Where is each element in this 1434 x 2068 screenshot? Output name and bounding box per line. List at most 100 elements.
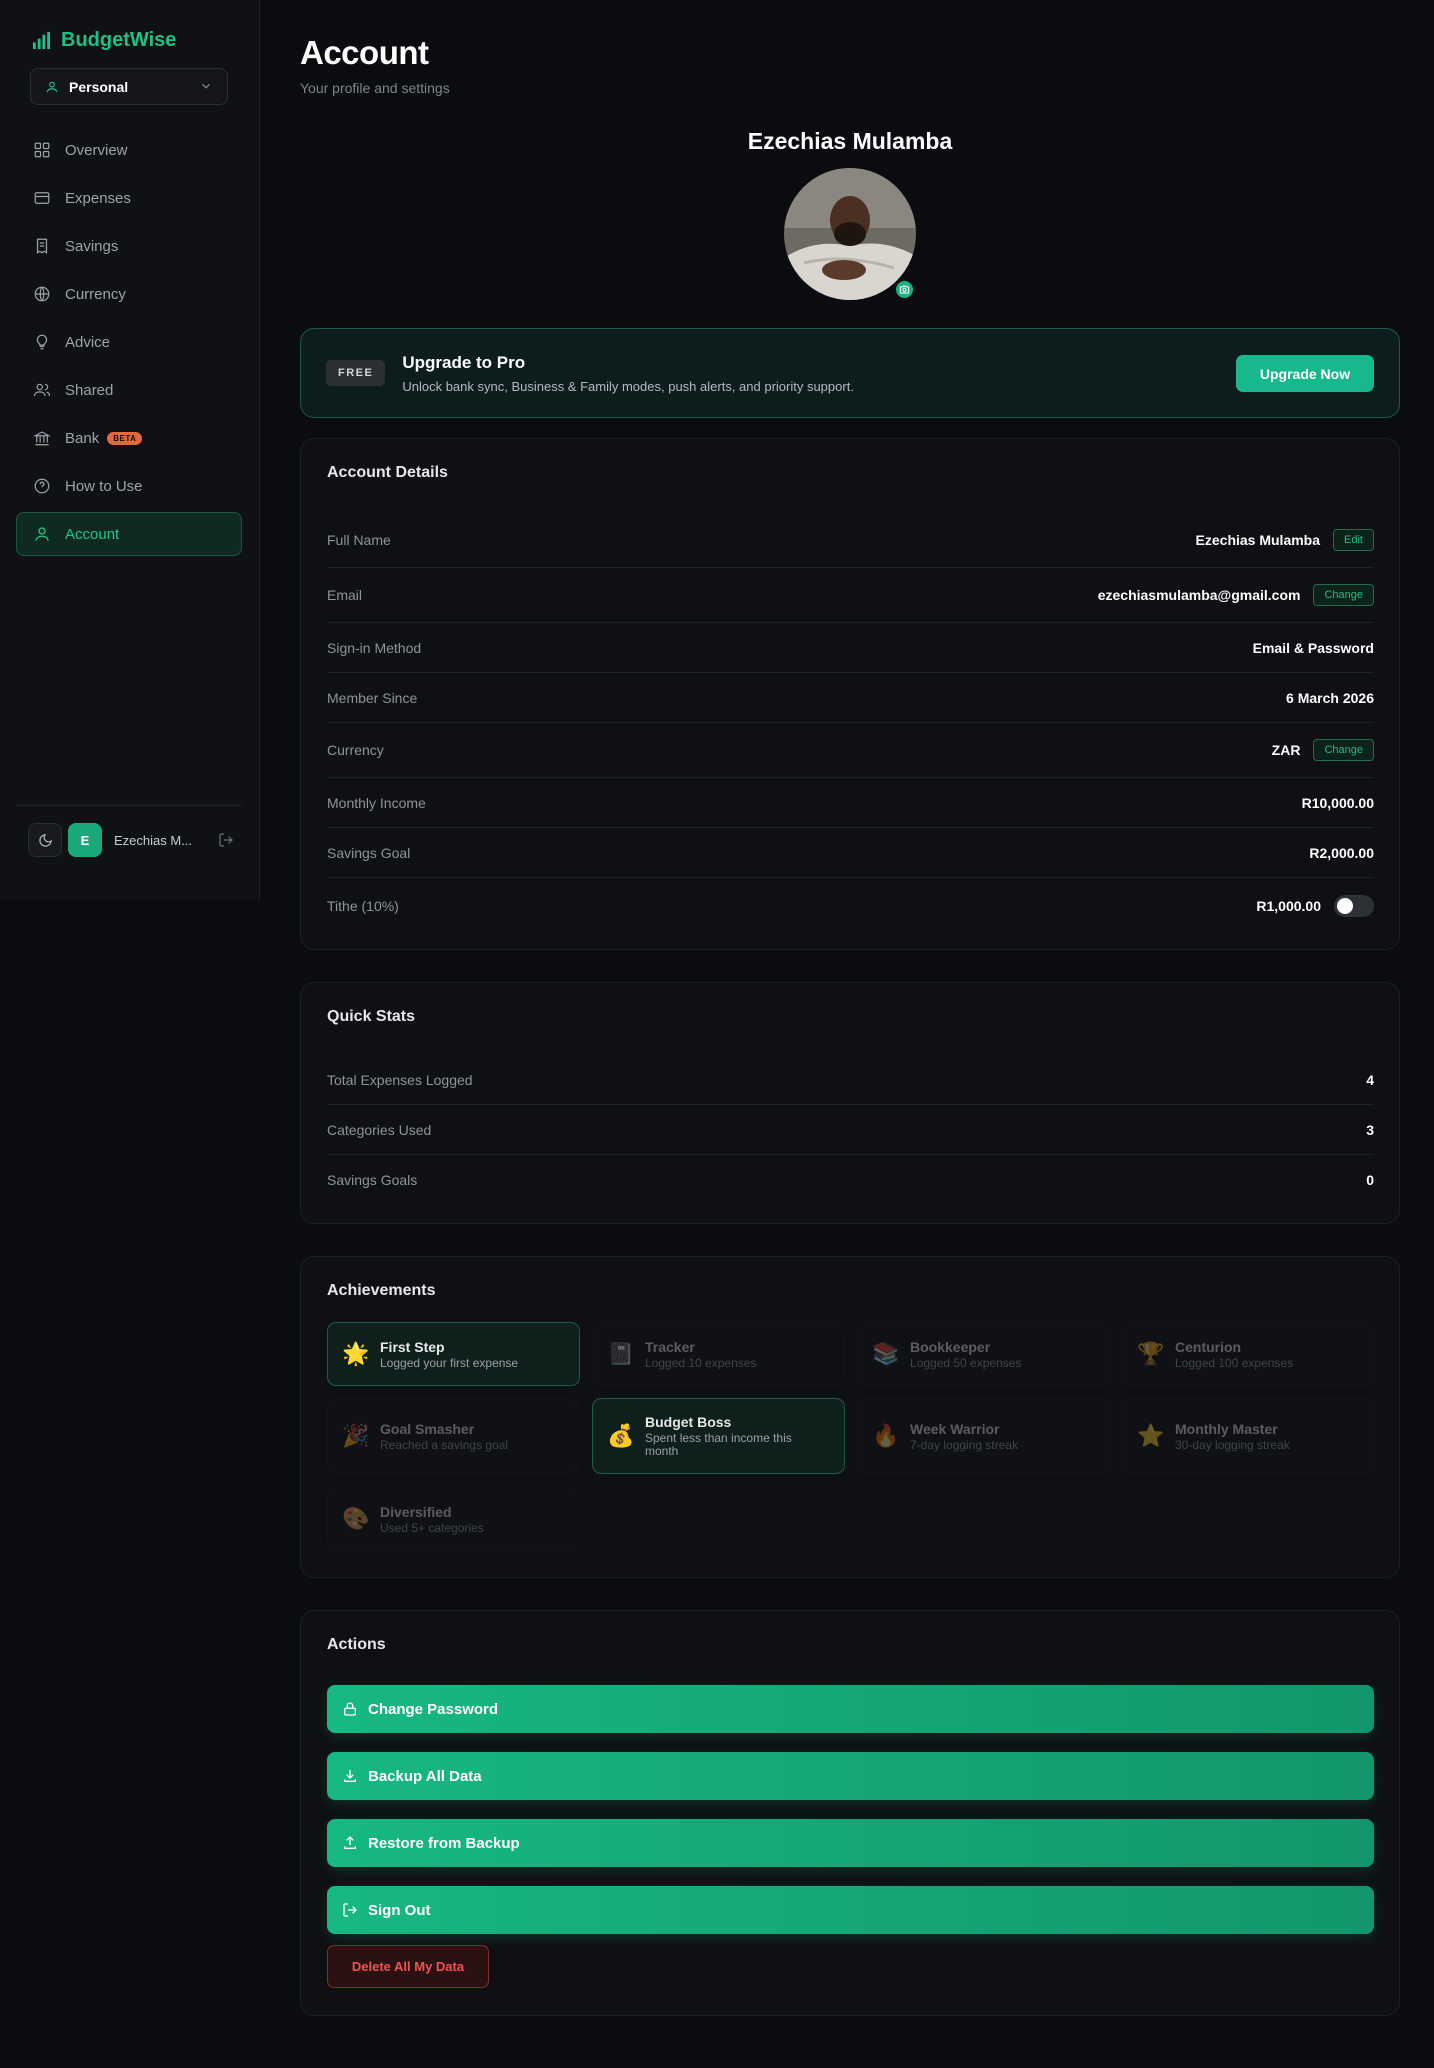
delete-all-data-button[interactable]: Delete All My Data — [327, 1945, 489, 1988]
sidebar-item-label: Bank — [65, 429, 100, 447]
stat-row: Categories Used 3 — [327, 1105, 1374, 1155]
sidebar-item-expenses[interactable]: Expenses — [16, 176, 242, 220]
stat-label: Total Expenses Logged — [327, 1071, 473, 1088]
sign-out-icon — [343, 1903, 357, 1917]
detail-value: R10,000.00 — [1301, 794, 1374, 811]
detail-row-sign-in-method: Sign-in Method Email & Password — [327, 623, 1374, 673]
moon-icon — [38, 833, 52, 847]
detail-value: Email & Password — [1252, 639, 1374, 656]
achievement-desc: Used 5+ categories — [380, 1520, 484, 1535]
theme-toggle-button[interactable] — [28, 823, 62, 857]
users-icon — [33, 383, 51, 397]
sidebar-item-label: Savings — [65, 237, 119, 255]
detail-label: Monthly Income — [327, 794, 426, 811]
avatar[interactable]: E — [68, 823, 102, 857]
upgrade-now-button[interactable]: Upgrade Now — [1236, 355, 1374, 392]
bar-chart-icon — [32, 31, 51, 49]
achievement-first-step: 🌟 First Step Logged your first expense — [327, 1322, 580, 1386]
button-label: Backup All Data — [368, 1767, 482, 1785]
section-title: Account Details — [327, 464, 448, 481]
sidebar-item-shared[interactable]: Shared — [16, 368, 242, 412]
achievement-title: Monthly Master — [1175, 1420, 1278, 1437]
chevron-down-icon — [202, 83, 210, 89]
detail-row-full-name: Full Name Ezechias Mulamba Edit — [327, 513, 1374, 568]
plan-badge: FREE — [326, 360, 386, 386]
achievement-title: Tracker — [645, 1338, 695, 1355]
section-title: Achievements — [327, 1282, 436, 1299]
achievement-desc: 30-day logging streak — [1175, 1437, 1290, 1452]
detail-value: ZAR — [1271, 742, 1301, 758]
change-photo-button[interactable] — [894, 279, 915, 300]
profile-photo-image — [784, 168, 916, 300]
sidebar-item-account[interactable]: Account — [16, 512, 242, 556]
detail-row-member-since: Member Since 6 March 2026 — [327, 673, 1374, 723]
change-currency-button[interactable]: Change — [1313, 739, 1374, 761]
edit-name-button[interactable]: Edit — [1333, 529, 1374, 551]
upgrade-text: Upgrade to Pro Unlock bank sync, Busines… — [402, 353, 854, 394]
sign-out-button[interactable]: Sign Out — [327, 1886, 1374, 1934]
sidebar: BudgetWise Personal Overview Expenses Sa… — [0, 0, 260, 900]
change-password-button[interactable]: Change Password — [327, 1685, 1374, 1733]
sidebar-item-overview[interactable]: Overview — [16, 128, 242, 172]
achievement-diversified: 🎨 Diversified Used 5+ categories — [327, 1487, 580, 1551]
user-icon — [46, 81, 58, 92]
achievement-title: First Step — [380, 1338, 445, 1355]
tithe-toggle[interactable] — [1334, 894, 1374, 917]
mode-label: Personal — [69, 78, 129, 95]
detail-value: ezechiasmulamba@gmail.com — [1097, 587, 1301, 603]
mode-selector[interactable]: Personal — [30, 68, 228, 105]
detail-value: Ezechias Mulamba — [1195, 532, 1321, 548]
button-label: Change Password — [368, 1700, 499, 1718]
detail-row-tithe: Tithe (10%) R1,000.00 — [327, 878, 1374, 933]
sidebar-item-label: Shared — [65, 381, 114, 399]
notebook-icon: 📓 — [607, 1341, 635, 1366]
stat-row: Savings Goals 0 — [327, 1155, 1374, 1205]
detail-label: Email — [327, 587, 363, 603]
section-title: Quick Stats — [327, 1008, 416, 1025]
profile-photo[interactable] — [784, 168, 916, 300]
restore-backup-button[interactable]: Restore from Backup — [327, 1819, 1374, 1867]
upgrade-description: Unlock bank sync, Business & Family mode… — [402, 378, 854, 394]
quick-stats-card: Quick Stats Total Expenses Logged 4 Cate… — [300, 982, 1400, 1224]
fire-icon: 🔥 — [872, 1423, 900, 1448]
download-icon — [344, 1770, 356, 1782]
app-logo[interactable]: BudgetWise — [32, 28, 176, 52]
logout-icon[interactable] — [218, 832, 234, 848]
change-email-button[interactable]: Change — [1313, 584, 1374, 606]
stat-value: 0 — [1366, 1172, 1374, 1188]
lock-icon — [344, 1702, 356, 1716]
star-icon: 🌟 — [342, 1341, 370, 1366]
upgrade-title: Upgrade to Pro — [402, 352, 526, 372]
achievement-title: Diversified — [380, 1503, 452, 1520]
bank-icon — [33, 431, 51, 446]
achievement-tracker: 📓 Tracker Logged 10 expenses — [592, 1322, 845, 1386]
sidebar-item-label: Advice — [65, 333, 111, 351]
detail-label: Savings Goal — [327, 844, 411, 861]
achievement-desc: Logged your first expense — [380, 1355, 519, 1370]
achievement-budget-boss: 💰 Budget Boss Spent less than income this… — [592, 1398, 845, 1474]
books-icon: 📚 — [872, 1341, 900, 1366]
sidebar-item-advice[interactable]: Advice — [16, 320, 242, 364]
globe-icon — [34, 286, 50, 302]
detail-value: R2,000.00 — [1309, 844, 1374, 861]
detail-row-currency: Currency ZAR Change — [327, 723, 1374, 778]
sidebar-item-currency[interactable]: Currency — [16, 272, 242, 316]
achievement-desc: Logged 10 expenses — [645, 1355, 757, 1370]
detail-label: Member Since — [327, 689, 418, 706]
sidebar-item-bank[interactable]: Bank BETA — [16, 416, 242, 460]
detail-label: Currency — [327, 742, 384, 758]
money-bag-icon: 💰 — [607, 1423, 635, 1448]
section-title: Actions — [327, 1636, 386, 1653]
upgrade-banner: FREE Upgrade to Pro Unlock bank sync, Bu… — [300, 328, 1400, 418]
party-icon: 🎉 — [342, 1423, 370, 1448]
trophy-icon: 🏆 — [1137, 1341, 1165, 1366]
sidebar-item-how-to-use[interactable]: How to Use — [16, 464, 242, 508]
achievement-desc: Reached a savings goal — [380, 1437, 509, 1452]
backup-data-button[interactable]: Backup All Data — [327, 1752, 1374, 1800]
user-icon — [35, 527, 49, 541]
sidebar-item-savings[interactable]: Savings — [16, 224, 242, 268]
stat-label: Savings Goals — [327, 1172, 418, 1188]
sidebar-item-label: Overview — [65, 141, 128, 159]
stat-value: 3 — [1366, 1121, 1374, 1138]
achievements-card: Achievements 🌟 First Step Logged your fir… — [300, 1256, 1400, 1578]
